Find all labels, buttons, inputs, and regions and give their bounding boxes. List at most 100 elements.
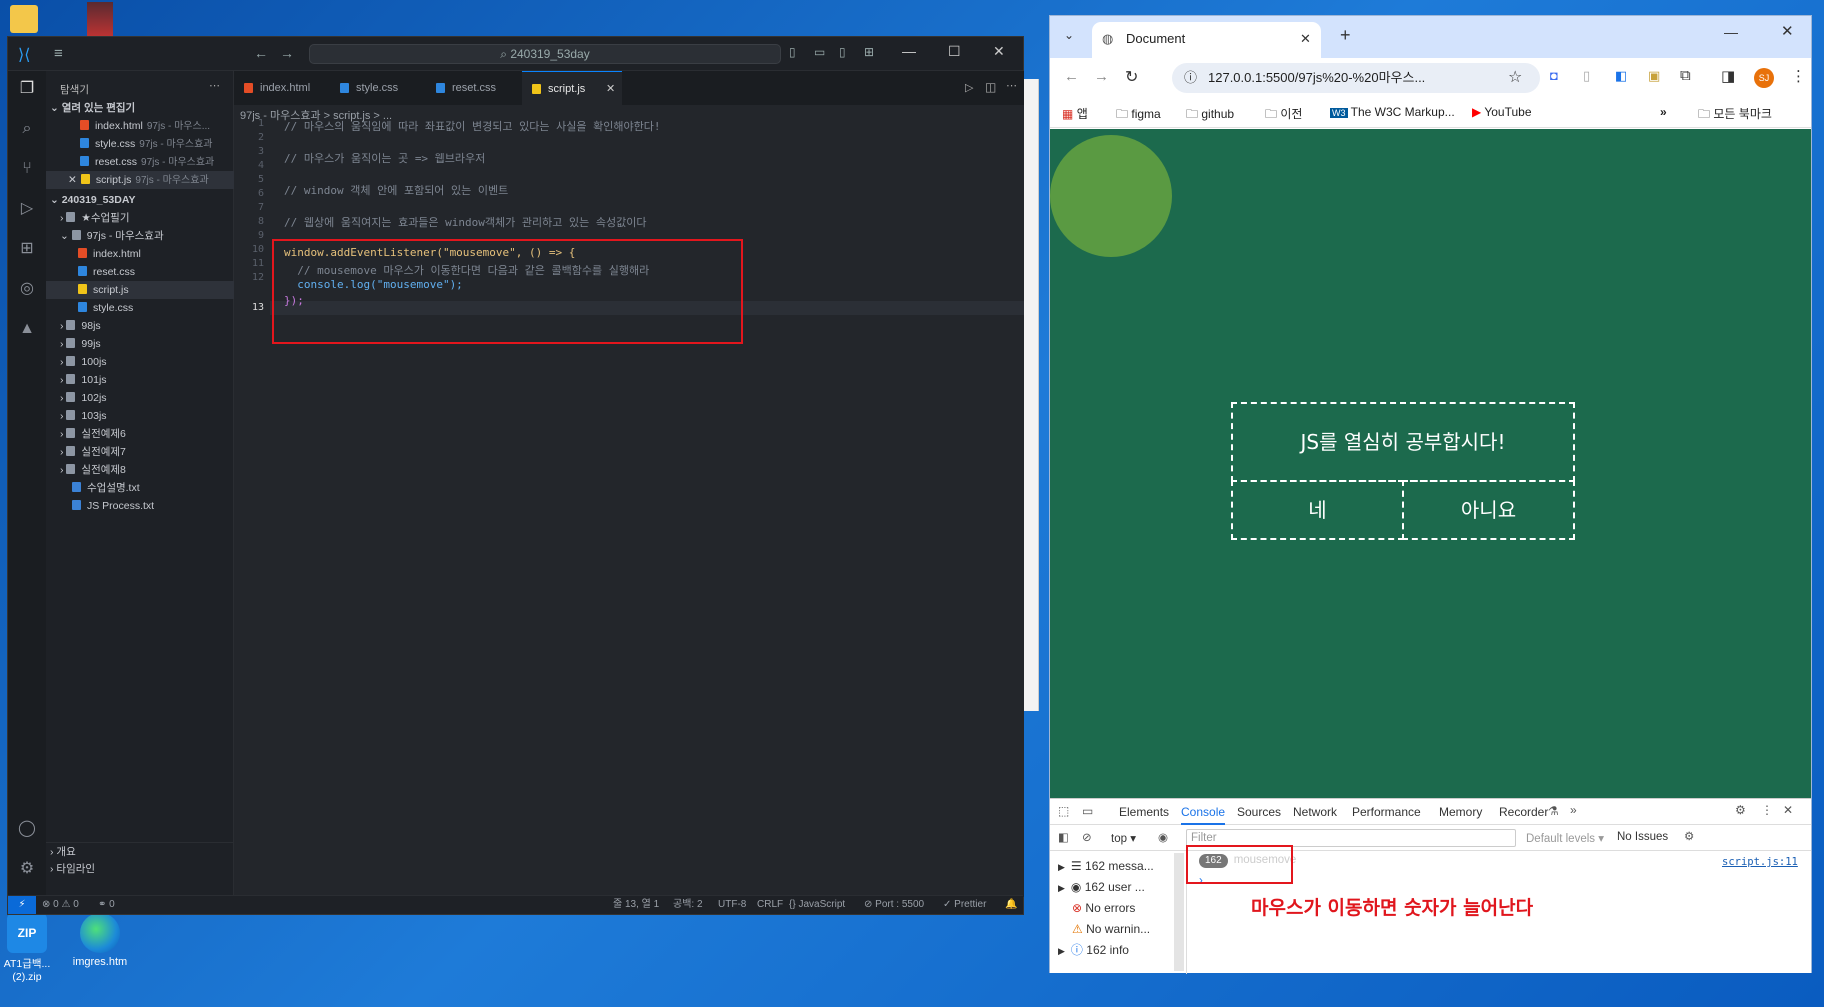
bookmark-previous[interactable]: 🗀 이전 xyxy=(1265,105,1302,126)
close-icon[interactable]: ✕ xyxy=(993,43,1005,60)
folder-icon[interactable] xyxy=(10,5,38,33)
customize-layout-icon[interactable]: ⊞ xyxy=(864,45,874,59)
tree-file[interactable]: script.js xyxy=(46,281,234,299)
open-editor-item[interactable]: index.html 97js - 마우스... xyxy=(46,117,234,135)
project-folder-header[interactable]: ⌄ 240319_53DAY xyxy=(46,191,234,209)
tab-recorder[interactable]: Recorder xyxy=(1499,805,1548,819)
bookmark-figma[interactable]: 🗀 figma xyxy=(1116,105,1161,126)
tree-file[interactable]: 수업설명.txt xyxy=(46,479,234,497)
live-server-port[interactable]: ⊘ Port : 5500 xyxy=(864,896,924,914)
bookmark-apps[interactable]: ▦ 앱 xyxy=(1062,105,1088,122)
cursor-position[interactable]: 줄 13, 열 1 xyxy=(613,896,659,914)
tab-console[interactable]: Console xyxy=(1181,805,1226,825)
settings-gear-icon[interactable]: ⚙ xyxy=(17,859,37,879)
all-bookmarks[interactable]: 🗀 모든 북마크 xyxy=(1698,105,1772,126)
more-menu-icon[interactable]: ⋮ xyxy=(1791,67,1806,85)
bookmark-w3c[interactable]: W3 The W3C Markup... xyxy=(1330,105,1455,119)
tree-folder[interactable]: › 실전예제6 xyxy=(46,425,234,443)
extension-icon[interactable]: ◧ xyxy=(1615,68,1627,84)
prettier-status[interactable]: ✓ Prettier xyxy=(943,896,986,914)
device-icon[interactable]: ▯ xyxy=(1583,68,1590,84)
open-editors-header[interactable]: ⌄ 열려 있는 편집기 xyxy=(46,99,234,117)
open-editor-item[interactable]: reset.css 97js - 마우스효과 xyxy=(46,153,234,171)
search-icon[interactable]: ⌕ xyxy=(17,119,37,139)
close-tab-icon[interactable]: ✕ xyxy=(606,72,615,106)
live-expression-eye-icon[interactable]: ◉ xyxy=(1158,830,1168,844)
close-window-icon[interactable]: ✕ xyxy=(1781,22,1794,40)
extensions-puzzle-icon[interactable]: ⧉ xyxy=(1680,67,1691,84)
clear-console-icon[interactable]: ⊘ xyxy=(1082,830,1092,844)
indent-spaces[interactable]: 공백: 2 xyxy=(673,896,703,914)
line-ending[interactable]: CRLF xyxy=(757,896,783,914)
remote-indicator-icon[interactable]: ⚡ xyxy=(8,896,36,914)
no-button[interactable]: 아니요 xyxy=(1402,480,1575,540)
tab-sources[interactable]: Sources xyxy=(1237,805,1281,819)
toggle-sidebar-icon[interactable]: ▯ xyxy=(789,45,796,59)
tab-style-css[interactable]: style.css xyxy=(330,71,426,105)
open-editor-item[interactable]: ✕ script.js 97js - 마우스효과 xyxy=(46,171,234,189)
forward-arrow-icon[interactable]: → xyxy=(1094,68,1109,85)
tree-folder[interactable]: › 102js xyxy=(46,389,234,407)
tree-folder[interactable]: › 99js xyxy=(46,335,234,353)
forward-arrow-icon[interactable]: → xyxy=(280,45,294,61)
bookmark-github[interactable]: 🗀 github xyxy=(1186,105,1234,126)
log-levels-dropdown[interactable]: Default levels ▾ xyxy=(1526,831,1604,845)
remote-icon[interactable]: ▲ xyxy=(17,319,37,339)
tab-search-chevron-icon[interactable]: ⌄ xyxy=(1064,28,1074,42)
extension-icon[interactable]: ◘ xyxy=(1550,68,1558,83)
extensions-icon[interactable]: ⊞ xyxy=(17,239,37,259)
source-control-icon[interactable]: ⑂ xyxy=(17,159,37,179)
sidebar-user-messages[interactable]: ▶ ◉ 162 user ... xyxy=(1050,877,1170,897)
sidebar-info[interactable]: ▶ ⓘ 162 info xyxy=(1050,940,1170,960)
bookmark-star-icon[interactable]: ☆ xyxy=(1508,67,1522,87)
tree-file[interactable]: JS Process.txt xyxy=(46,497,234,515)
tab-reset-css[interactable]: reset.css xyxy=(426,71,522,105)
menu-icon[interactable]: ≡ xyxy=(54,45,63,62)
back-arrow-icon[interactable]: ← xyxy=(254,45,268,61)
tab-memory[interactable]: Memory xyxy=(1439,805,1482,819)
reload-icon[interactable]: ↻ xyxy=(1125,67,1138,87)
side-panel-icon[interactable]: ◨ xyxy=(1721,67,1735,85)
tree-folder[interactable]: › 101js xyxy=(46,371,234,389)
explorer-icon[interactable]: ❐ xyxy=(17,79,37,99)
tree-folder[interactable]: › 98js xyxy=(46,317,234,335)
tab-index-html[interactable]: index.html xyxy=(234,71,330,105)
tree-folder[interactable]: › 103js xyxy=(46,407,234,425)
extension-icon[interactable]: ▣ xyxy=(1648,68,1660,84)
tree-folder[interactable]: › 실전예제8 xyxy=(46,461,234,479)
command-center-search[interactable]: ⌕ 240319_53day xyxy=(309,44,781,64)
tree-file[interactable]: style.css xyxy=(46,299,234,317)
close-icon[interactable]: ✕ xyxy=(68,174,77,186)
bookmark-youtube[interactable]: ▶ YouTube xyxy=(1472,105,1532,119)
log-source-link[interactable]: script.js:11 xyxy=(1722,856,1798,868)
minimize-icon[interactable]: — xyxy=(1724,24,1738,40)
console-settings-gear-icon[interactable]: ⚙ xyxy=(1684,829,1694,843)
site-info-icon[interactable]: ⓘ xyxy=(1184,63,1197,93)
tab-network[interactable]: Network xyxy=(1293,805,1337,819)
notifications-bell-icon[interactable]: 🔔 xyxy=(1005,896,1017,914)
account-icon[interactable]: ◯ xyxy=(17,819,37,839)
sidebar-toggle-icon[interactable]: ◧ xyxy=(1058,830,1069,844)
tree-file[interactable]: index.html xyxy=(46,245,234,263)
maximize-icon[interactable]: ☐ xyxy=(948,43,961,60)
run-debug-icon[interactable]: ▷ xyxy=(17,199,37,219)
open-editor-item[interactable]: style.css 97js - 마우스효과 xyxy=(46,135,234,153)
device-toolbar-icon[interactable]: ▭ xyxy=(1082,804,1093,818)
sidebar-warnings[interactable]: ⚠ No warnin... xyxy=(1050,919,1170,939)
tree-folder[interactable]: ⌄ 97js - 마우스효과 xyxy=(46,227,234,245)
close-devtools-icon[interactable]: ✕ xyxy=(1783,803,1793,817)
tree-folder[interactable]: › ★수업필기 xyxy=(46,209,234,227)
sidebar-errors[interactable]: ⊗ No errors xyxy=(1050,898,1170,918)
edge-file-desktop-icon[interactable]: imgres.htm xyxy=(65,913,135,968)
image-thumbnail-icon[interactable] xyxy=(87,2,113,36)
avatar[interactable]: SJ xyxy=(1754,68,1774,88)
issues-counter[interactable]: No Issues xyxy=(1617,831,1668,843)
problems-indicator[interactable]: ⊗ 0 ⚠ 0 xyxy=(42,896,79,914)
split-editor-icon[interactable]: ◫ xyxy=(985,80,996,94)
toggle-panel-icon[interactable]: ▭ xyxy=(814,45,825,59)
tree-folder[interactable]: › 100js xyxy=(46,353,234,371)
sidebar-scrollbar[interactable] xyxy=(1174,853,1184,971)
outline-header[interactable]: › 개요 xyxy=(46,842,234,860)
tab-elements[interactable]: Elements xyxy=(1119,805,1169,819)
git-graph-icon[interactable]: ◎ xyxy=(17,279,37,299)
